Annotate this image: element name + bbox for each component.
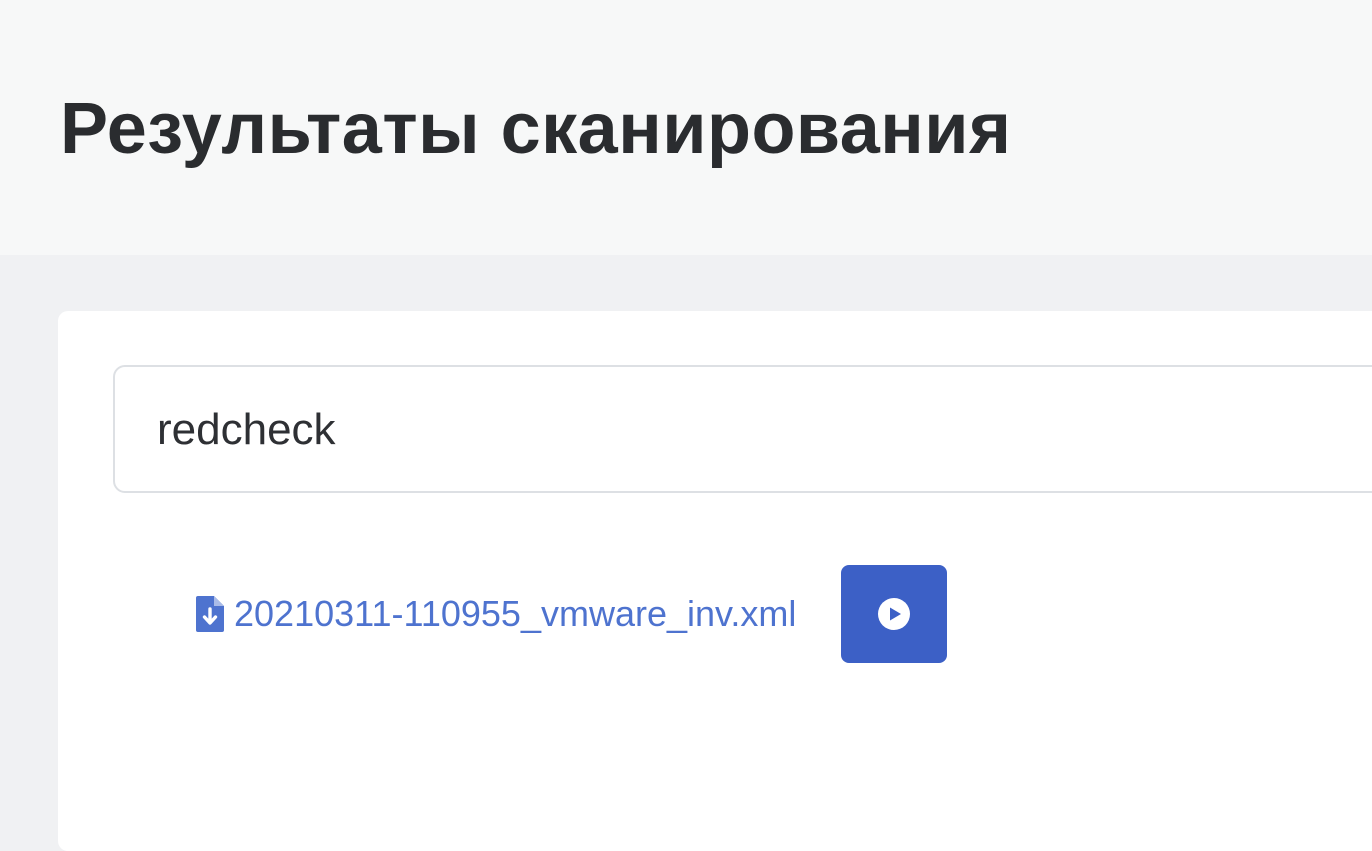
play-circle-icon bbox=[878, 598, 911, 630]
search-box[interactable] bbox=[113, 365, 1372, 493]
search-input[interactable] bbox=[157, 395, 1257, 465]
content-card: 20210311-110955_vmware_inv.xml bbox=[58, 311, 1372, 851]
page-title: Результаты сканирования bbox=[60, 89, 1012, 169]
file-download-icon bbox=[196, 596, 224, 632]
run-button[interactable] bbox=[841, 565, 948, 663]
page-header: Результаты сканирования bbox=[0, 0, 1372, 255]
result-row: 20210311-110955_vmware_inv.xml bbox=[196, 564, 948, 664]
file-download-link[interactable]: 20210311-110955_vmware_inv.xml bbox=[196, 593, 796, 635]
file-name: 20210311-110955_vmware_inv.xml bbox=[234, 593, 797, 634]
